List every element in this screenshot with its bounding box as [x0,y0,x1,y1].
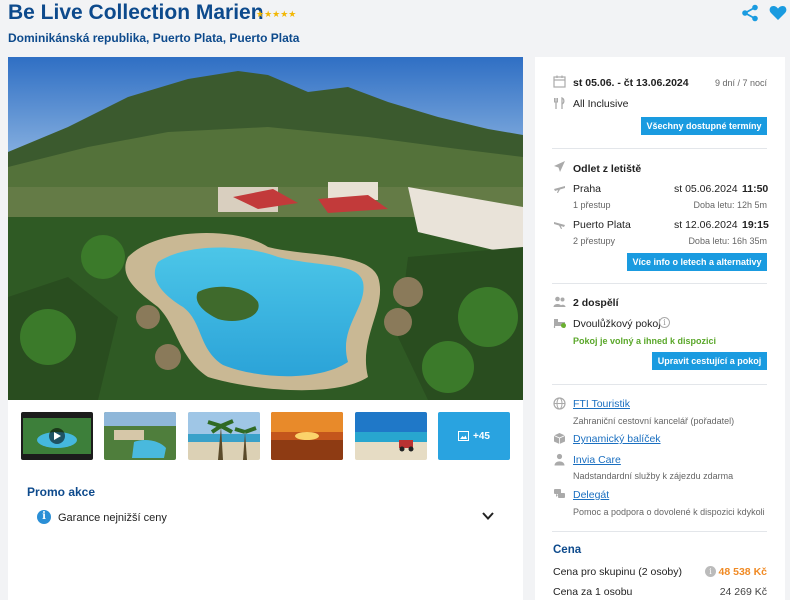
plane-icon [554,222,565,229]
inbound-city: Puerto Plata [573,219,631,231]
plane-icon [554,186,565,193]
board-type: All Inclusive [573,98,629,110]
agency-link[interactable]: FTI Touristik [573,398,630,410]
divider [552,283,767,284]
bed-icon [553,319,566,328]
star-rating: ★★★★★ [256,9,297,19]
gallery-thumb-video[interactable] [21,412,93,460]
chevron-down-icon[interactable] [481,510,495,522]
users-icon [553,296,566,307]
gallery-thumb-beach[interactable] [188,412,260,460]
inbound-transfers: 2 přestupy [573,236,616,246]
outbound-transfers: 1 přestup [573,200,611,210]
edit-travellers-button[interactable]: Upravit cestující a pokoj [652,352,767,370]
play-icon[interactable] [49,428,65,444]
outbound-date: st 05.06.2024 [674,183,738,195]
inbound-duration: Doba letu: 16h 35m [688,236,767,246]
divider [552,384,767,385]
outbound-time: 11:50 [742,183,769,195]
term-duration: 9 dní / 7 nocí [715,78,768,88]
care-description: Nadstandardní služby k zájezdu zdarma [573,471,734,481]
per-person-price-value: 24 269 Kč [719,586,767,598]
care-link[interactable]: Invia Care [573,454,621,466]
inbound-date: st 12.06.2024 [674,219,738,231]
cutlery-icon [554,97,565,109]
delegate-icon [554,489,565,498]
gallery-thumb-sunset[interactable] [271,412,343,460]
flights-heading: Odlet z letiště [573,163,642,175]
hotel-location[interactable]: Dominikánská republika, Puerto Plata, Pu… [8,31,299,45]
globe-icon [553,397,566,410]
calendar-icon [553,75,566,88]
info-icon: i [37,510,51,524]
inbound-time: 19:15 [742,219,769,231]
room-availability: Pokoj je volný a ihned k dispozici [573,336,717,346]
flight-info-button[interactable]: Více info o letech a alternativy [627,253,767,271]
divider [552,531,767,532]
room-type: Dvoulůžkový pokoj [573,318,661,330]
term-dates: st 05.06. - čt 13.06.2024 [573,77,689,89]
package-icon [553,433,566,444]
hotel-title: Be Live Collection Marien [8,1,264,24]
delegate-link[interactable]: Delegát [573,489,609,501]
agency-description: Zahraniční cestovní kancelář (pořadatel) [573,416,735,426]
booking-summary-card: st 05.06. - čt 13.06.2024 9 dní / 7 nocí… [535,57,785,600]
price-heading: Cena [553,544,582,556]
delegate-description: Pomoc a podpora o dovolené k dispozici k… [573,507,765,517]
divider [552,148,767,149]
per-person-price-label: Cena za 1 osobu [553,586,633,598]
all-terms-button[interactable]: Všechny dostupné termíny [641,117,767,135]
plane-icon [554,161,565,172]
info-icon[interactable]: i [659,317,670,328]
package-link[interactable]: Dynamický balíček [573,433,661,445]
gallery-icon [458,431,470,441]
group-price-label: Cena pro skupinu (2 osoby) [553,566,682,578]
promo-heading: Promo akce [27,485,96,499]
gallery-more-count: +45 [473,430,490,442]
gallery-thumb-shore[interactable] [355,412,427,460]
gallery-more-button[interactable]: +45 [438,412,510,460]
outbound-duration: Doba letu: 12h 5m [693,200,767,210]
travellers-count: 2 dospělí [573,297,619,309]
share-icon[interactable] [741,4,759,22]
hotel-main-photo[interactable] [8,57,523,400]
group-price-value: 48 538 Kč [718,566,767,578]
outbound-city: Praha [573,183,602,195]
care-icon [554,453,565,466]
promo-guarantee-label[interactable]: Garance nejnižší ceny [58,512,167,524]
gallery-thumb-aerial[interactable] [104,412,176,460]
gallery-card: +45 Promo akce i Garance nejnižší ceny [8,57,523,600]
heart-icon[interactable] [769,5,787,21]
